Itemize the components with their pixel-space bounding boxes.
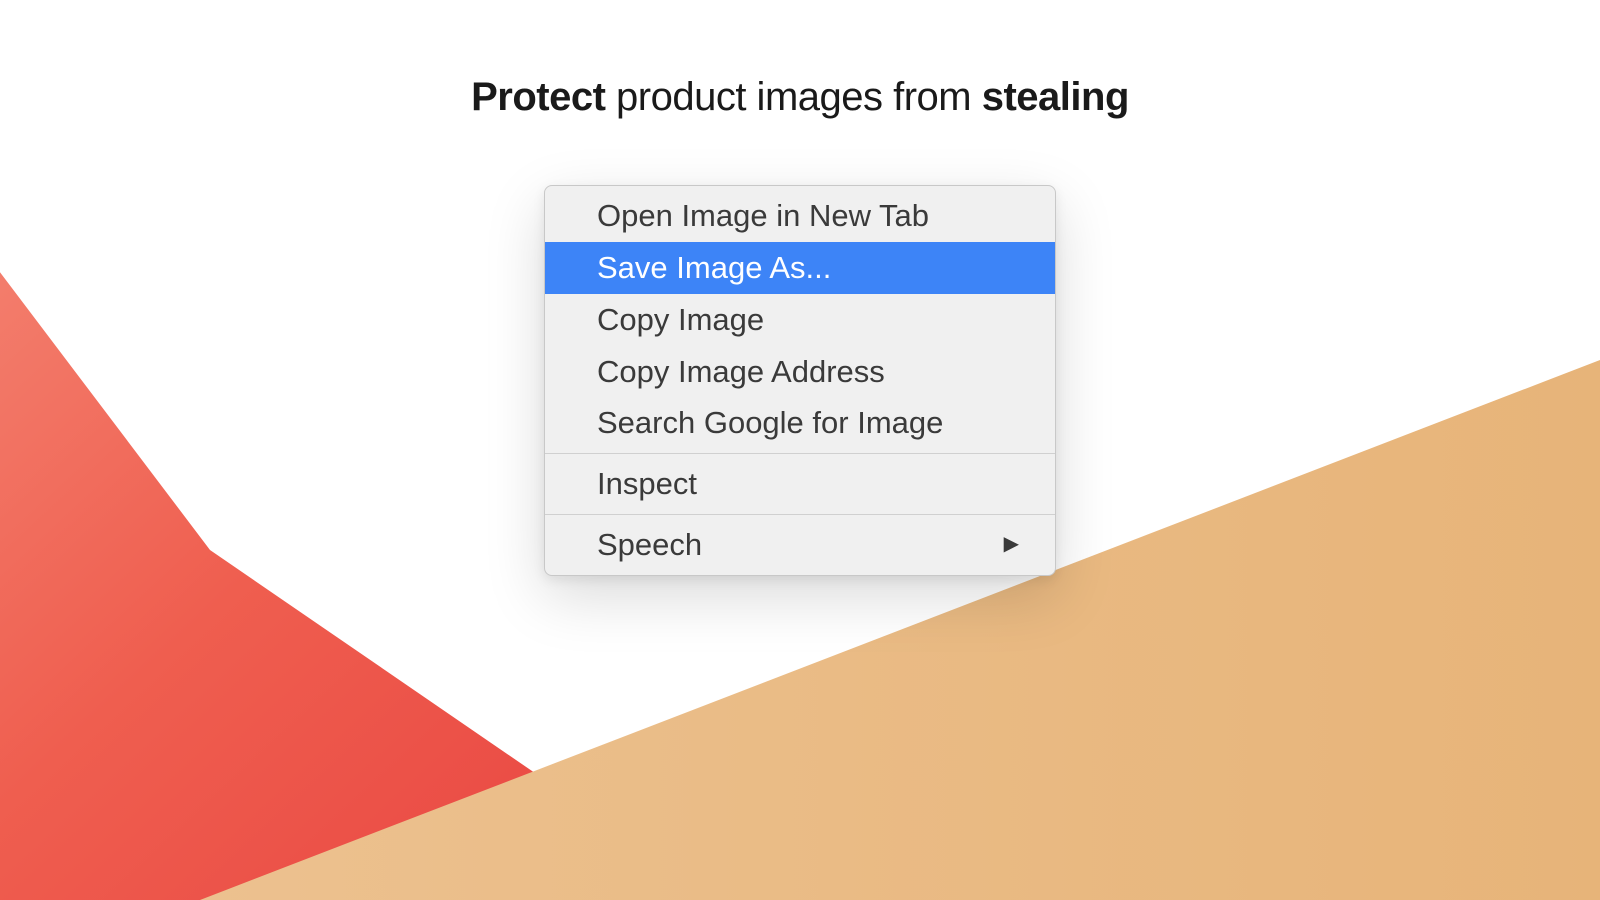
heading-middle: product images from	[605, 75, 981, 119]
page-heading: Protect product images from stealing	[471, 75, 1129, 120]
menu-item-inspect[interactable]: Inspect	[545, 458, 1055, 510]
context-menu-section-2: Inspect	[545, 454, 1055, 514]
menu-item-label: Copy Image Address	[597, 351, 885, 393]
context-menu: Open Image in New Tab Save Image As... C…	[544, 185, 1056, 576]
menu-item-label: Copy Image	[597, 299, 764, 341]
menu-item-label: Open Image in New Tab	[597, 195, 929, 237]
menu-item-label: Speech	[597, 524, 702, 566]
menu-item-copy-image[interactable]: Copy Image	[545, 294, 1055, 346]
menu-item-search-google-for-image[interactable]: Search Google for Image	[545, 397, 1055, 449]
menu-item-copy-image-address[interactable]: Copy Image Address	[545, 346, 1055, 398]
submenu-arrow-icon: ▶	[1004, 531, 1019, 558]
heading-bold-1: Protect	[471, 75, 605, 119]
menu-item-label: Save Image As...	[597, 247, 831, 289]
menu-item-label: Search Google for Image	[597, 402, 943, 444]
menu-item-save-image-as[interactable]: Save Image As...	[545, 242, 1055, 294]
menu-item-open-image-new-tab[interactable]: Open Image in New Tab	[545, 190, 1055, 242]
menu-item-label: Inspect	[597, 463, 697, 505]
heading-bold-2: stealing	[982, 75, 1129, 119]
context-menu-section-3: Speech ▶	[545, 515, 1055, 575]
context-menu-section-1: Open Image in New Tab Save Image As... C…	[545, 186, 1055, 453]
menu-item-speech[interactable]: Speech ▶	[545, 519, 1055, 571]
